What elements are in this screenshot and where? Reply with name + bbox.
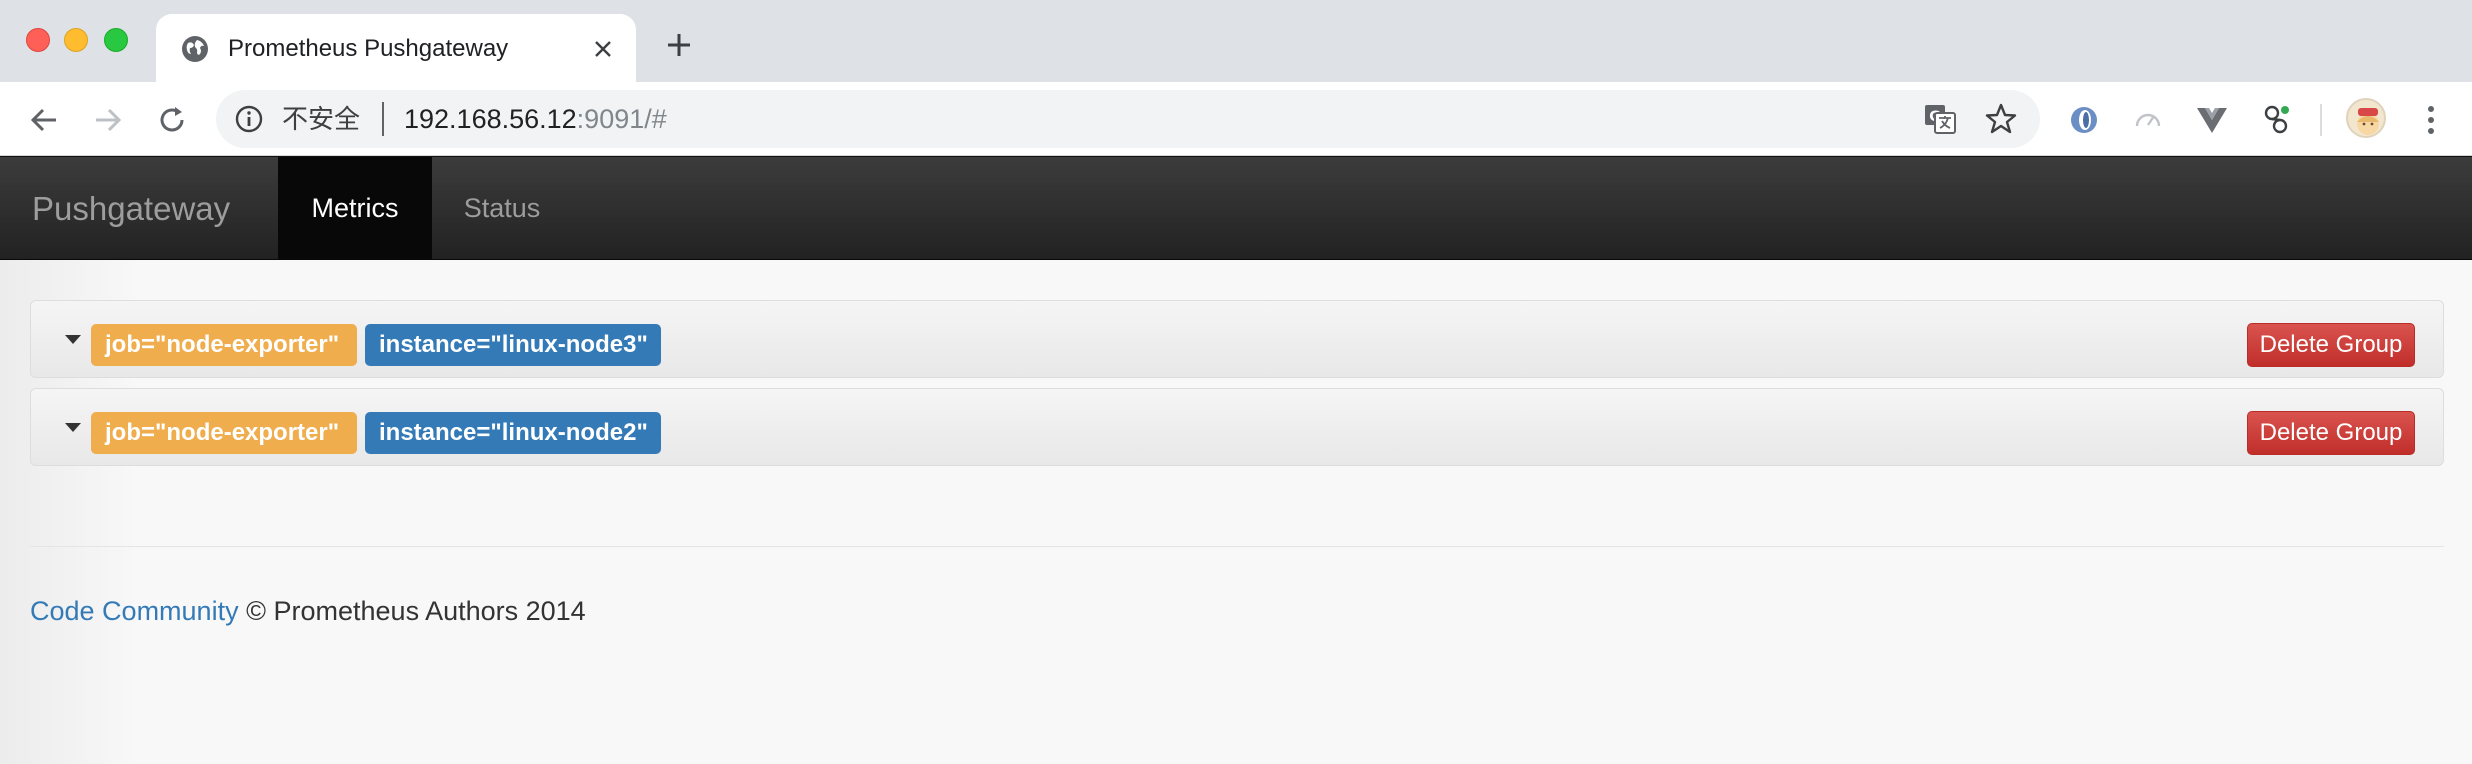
app-navbar: Pushgateway Metrics Status	[0, 156, 2472, 260]
browser-tab-strip: Prometheus Pushgateway	[0, 0, 2472, 82]
delete-group-button[interactable]: Delete Group	[2247, 323, 2415, 367]
window-close-button[interactable]	[26, 28, 50, 52]
nav-item-status[interactable]: Status	[432, 157, 572, 259]
speedometer-icon[interactable]	[2130, 102, 2166, 138]
navbar-brand[interactable]: Pushgateway	[32, 157, 230, 261]
browser-tab-active[interactable]: Prometheus Pushgateway	[156, 14, 636, 82]
job-label: job="node-exporter"	[91, 412, 357, 454]
address-bar[interactable]: 不安全 192.168.56.12:9091/# G	[216, 90, 2040, 148]
security-label[interactable]: 不安全	[282, 104, 360, 134]
extension-badge-icon[interactable]	[2258, 102, 2294, 138]
back-arrow-icon[interactable]	[24, 100, 64, 140]
forward-arrow-icon[interactable]	[88, 100, 128, 140]
page-viewport: Pushgateway Metrics Status job="node-exp…	[0, 156, 2472, 764]
url-port-path: :9091/#	[576, 104, 667, 134]
toolbar-divider	[2320, 104, 2322, 136]
window-minimize-button[interactable]	[64, 28, 88, 52]
plus-icon[interactable]	[662, 28, 696, 62]
browser-toolbar: 不安全 192.168.56.12:9091/# G	[0, 82, 2472, 156]
instance-label: instance="linux-node3"	[365, 324, 661, 366]
info-icon[interactable]	[234, 104, 264, 134]
nav-item-metrics[interactable]: Metrics	[278, 157, 432, 259]
metric-group[interactable]: job="node-exporter" instance="linux-node…	[30, 300, 2444, 378]
tab-title: Prometheus Pushgateway	[228, 35, 509, 62]
star-icon[interactable]	[1984, 102, 2018, 136]
url-host: 192.168.56.12	[404, 104, 577, 134]
instance-label: instance="linux-node2"	[365, 412, 661, 454]
translate-icon[interactable]: G	[1924, 104, 1956, 134]
footer-divider	[30, 546, 2444, 547]
address-separator	[382, 102, 384, 136]
metric-group[interactable]: job="node-exporter" instance="linux-node…	[30, 388, 2444, 466]
globe-icon	[182, 36, 208, 62]
footer-copyright: © Prometheus Authors 2014	[246, 596, 586, 626]
url-text[interactable]: 192.168.56.12:9091/#	[404, 104, 667, 134]
browser-menu-icon[interactable]	[2414, 100, 2448, 140]
caret-down-icon[interactable]	[65, 423, 81, 432]
close-icon[interactable]	[586, 32, 620, 66]
caret-down-icon[interactable]	[65, 335, 81, 344]
reload-icon[interactable]	[152, 100, 192, 140]
window-zoom-button[interactable]	[104, 28, 128, 52]
profile-avatar[interactable]	[2346, 98, 2386, 138]
vue-devtools-icon[interactable]	[2194, 102, 2230, 138]
extension-ring-icon[interactable]	[2066, 102, 2102, 138]
footer: Code Community © Prometheus Authors 2014	[30, 594, 586, 628]
job-label: job="node-exporter"	[91, 324, 357, 366]
code-community-link[interactable]: Code Community	[30, 596, 239, 626]
delete-group-button[interactable]: Delete Group	[2247, 411, 2415, 455]
